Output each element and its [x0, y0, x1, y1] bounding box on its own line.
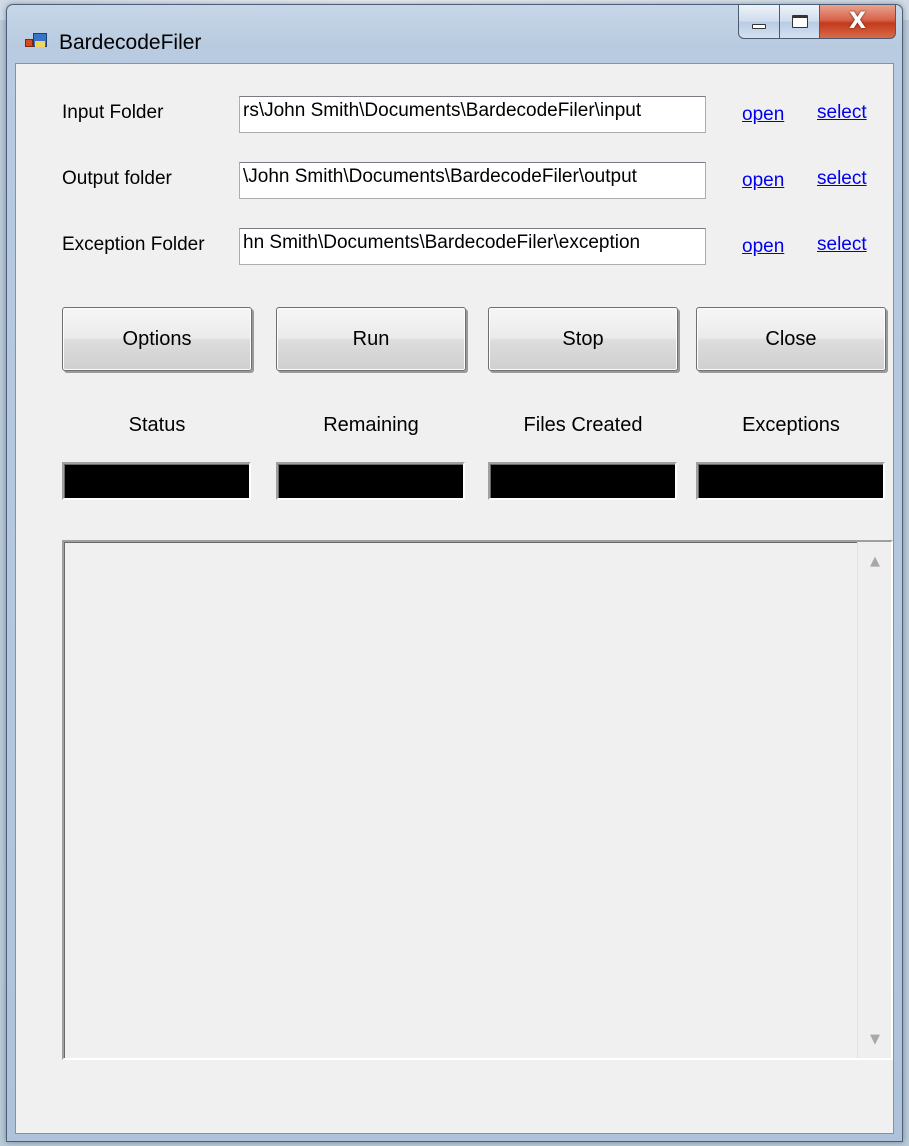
input-folder-open-link[interactable]: open: [742, 104, 784, 126]
exception-folder-label: Exception Folder: [62, 234, 205, 255]
status-value-box: [62, 462, 251, 500]
close-button[interactable]: Close: [696, 307, 886, 371]
files-created-label: Files Created: [523, 414, 643, 436]
close-window-button[interactable]: X: [820, 5, 896, 39]
files-created-value-box: [488, 462, 677, 500]
exception-folder-open-link[interactable]: open: [742, 236, 784, 258]
status-label: Status: [128, 414, 186, 436]
input-folder-select-link[interactable]: select: [817, 102, 867, 124]
caption-buttons: X: [738, 5, 896, 45]
input-folder-field[interactable]: rs\John Smith\Documents\BardecodeFiler\i…: [239, 96, 706, 133]
exception-folder-field[interactable]: hn Smith\Documents\BardecodeFiler\except…: [239, 228, 706, 265]
form-client-area: Input Folder rs\John Smith\Documents\Bar…: [15, 63, 894, 1134]
exceptions-value-box: [696, 462, 885, 500]
close-icon: X: [849, 9, 866, 34]
remaining-label: Remaining: [323, 414, 419, 436]
title-bar[interactable]: BardecodeFiler X: [7, 5, 902, 63]
output-folder-select-link[interactable]: select: [817, 168, 867, 190]
output-folder-open-link[interactable]: open: [742, 170, 784, 192]
maximize-button[interactable]: [780, 5, 820, 39]
app-icon[interactable]: [25, 33, 47, 51]
exceptions-label: Exceptions: [742, 414, 840, 436]
log-textarea[interactable]: ▲ ▼: [62, 540, 893, 1060]
input-folder-label: Input Folder: [62, 102, 164, 123]
remaining-value-box: [276, 462, 465, 500]
minimize-icon: [752, 24, 766, 29]
options-button[interactable]: Options: [62, 307, 252, 371]
log-scrollbar[interactable]: ▲ ▼: [857, 542, 891, 1058]
scroll-down-arrow-icon[interactable]: ▼: [858, 1024, 892, 1054]
maximize-icon: [791, 15, 808, 28]
app-window: BardecodeFiler X Input Folder rs\John Sm…: [6, 4, 903, 1142]
window-title: BardecodeFiler: [59, 31, 202, 54]
output-folder-label: Output folder: [62, 168, 172, 189]
scroll-up-arrow-icon[interactable]: ▲: [858, 546, 892, 576]
run-button[interactable]: Run: [276, 307, 466, 371]
stop-button[interactable]: Stop: [488, 307, 678, 371]
output-folder-field[interactable]: \John Smith\Documents\BardecodeFiler\out…: [239, 162, 706, 199]
exception-folder-select-link[interactable]: select: [817, 234, 867, 256]
minimize-button[interactable]: [738, 5, 780, 39]
